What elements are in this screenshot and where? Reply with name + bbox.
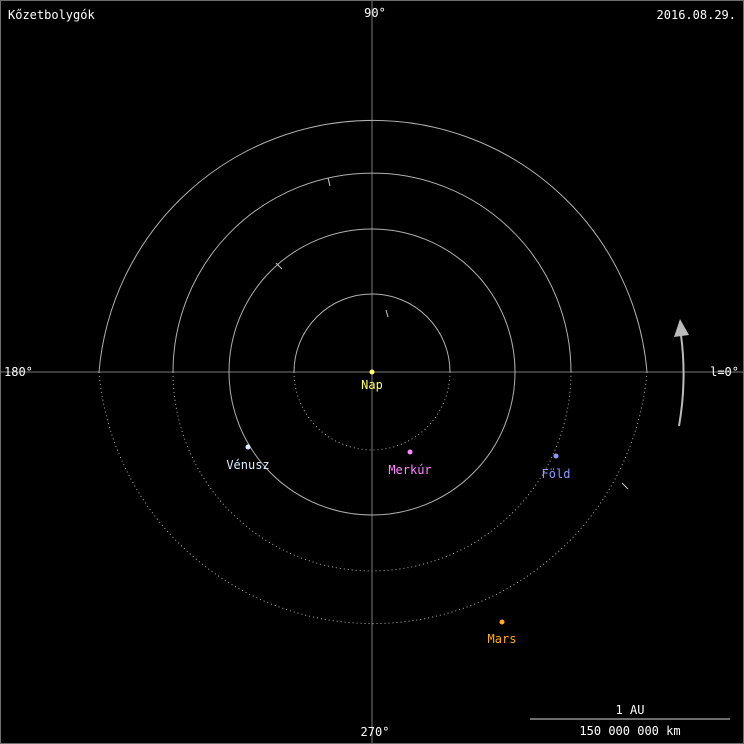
axis-label-bottom: 270° [361,725,390,739]
date-label: 2016.08.29. [657,8,736,22]
direction-arrow-icon [678,334,685,427]
sun-label: Nap [361,378,383,392]
earth-label: Föld [542,467,571,481]
sun-marker [369,369,375,375]
scale-bar-top-label: 1 AU [616,703,645,717]
mars-label: Mars [488,632,517,646]
diagram-title: Kőzetbolygók [8,8,95,22]
axis-label-left: 180° [4,365,33,379]
earth-marker [553,453,559,459]
scale-bar-bottom-label: 150 000 000 km [579,724,680,738]
direction-arrow-head-icon [674,319,689,337]
venus-label: Vénusz [226,458,269,472]
mercury-perihelion-tick [385,309,389,318]
axis-label-top: 90° [364,6,386,20]
orbit-diagram-panel: Nap Merkúr Vénusz Föld Mars Kőzetbolygók… [0,0,744,744]
axis-label-right: l=0° [710,365,739,379]
venus-marker [245,444,251,450]
orbit-diagram: Nap Merkúr Vénusz Föld Mars Kőzetbolygók… [1,1,743,743]
mercury-marker [407,449,413,455]
earth-perihelion-tick [327,177,331,187]
mars-marker [499,619,505,625]
mercury-label: Merkúr [388,463,431,477]
mars-perihelion-tick [621,482,629,490]
